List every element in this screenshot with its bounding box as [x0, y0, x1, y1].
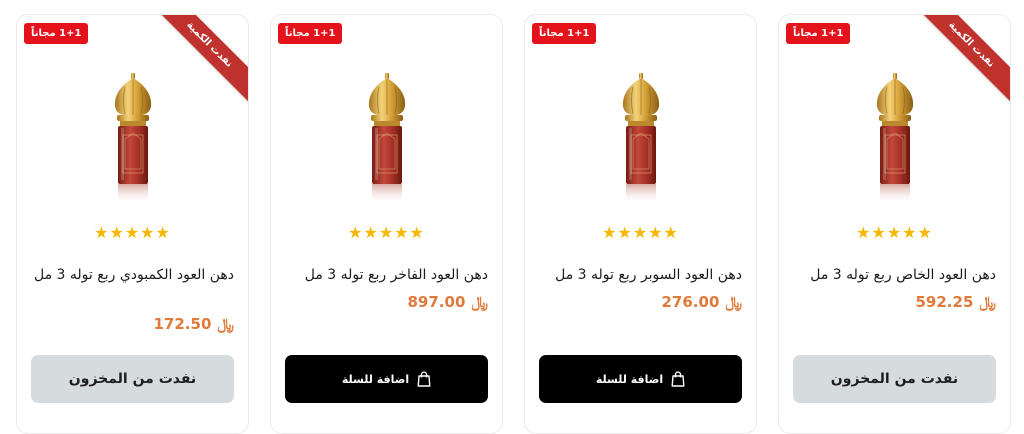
riyal-currency-icon: ﷼ — [217, 315, 234, 333]
offer-badge: 1+1 مجاناً — [278, 23, 343, 44]
price-value: 897.00 — [407, 293, 466, 311]
product-card[interactable]: 1+1 مجاناً نفدت الكمية ★★★★★ دهن العود ا… — [16, 14, 249, 434]
product-title[interactable]: دهن العود الخاص ربع توله 3 مل — [792, 263, 996, 287]
offer-badge: 1+1 مجاناً — [786, 23, 851, 44]
perfume-bottle-image[interactable] — [609, 73, 673, 205]
product-card[interactable]: 1+1 مجاناً نفدت الكمية ★★★★★ دهن العود ا… — [778, 14, 1011, 434]
offer-badge: 1+1 مجاناً — [24, 23, 89, 44]
add-to-cart-button[interactable]: اضافة للسلة — [285, 355, 488, 403]
perfume-bottle-image[interactable] — [355, 73, 419, 205]
offer-badge: 1+1 مجاناً — [532, 23, 597, 44]
perfume-bottle-image[interactable] — [863, 73, 927, 205]
button-label: اضافة للسلة — [341, 372, 410, 386]
star-rating: ★★★★★ — [602, 223, 679, 242]
product-card[interactable]: 1+1 مجاناً ★★★★★ دهن العود السوبر ربع تو… — [524, 14, 757, 434]
price-value: 172.50 — [153, 315, 212, 333]
shopping-bag-icon — [671, 371, 685, 387]
price-value: 276.00 — [661, 293, 720, 311]
out-of-stock-button[interactable]: نفدت من المخزون — [31, 355, 234, 403]
product-title[interactable]: دهن العود الفاخر ربع توله 3 مل — [284, 263, 488, 287]
out-of-stock-button[interactable]: نفدت من المخزون — [793, 355, 996, 403]
button-label: اضافة للسلة — [595, 372, 664, 386]
riyal-currency-icon: ﷼ — [979, 293, 996, 311]
button-label: نفدت من المخزون — [830, 371, 959, 387]
product-grid: 1+1 مجاناً نفدت الكمية ★★★★★ دهن العود ا… — [0, 0, 1024, 434]
add-to-cart-button[interactable]: اضافة للسلة — [539, 355, 742, 403]
product-title[interactable]: دهن العود الكمبودي ربع توله 3 مل — [30, 263, 234, 287]
riyal-currency-icon: ﷼ — [471, 293, 488, 311]
shopping-bag-icon — [417, 371, 431, 387]
star-rating: ★★★★★ — [348, 223, 425, 242]
product-card[interactable]: 1+1 مجاناً ★★★★★ دهن العود الفاخر ربع تو… — [270, 14, 503, 434]
perfume-bottle-image[interactable] — [101, 73, 165, 205]
product-title[interactable]: دهن العود السوبر ربع توله 3 مل — [538, 263, 742, 287]
riyal-currency-icon: ﷼ — [725, 293, 742, 311]
star-rating: ★★★★★ — [856, 223, 933, 242]
button-label: نفدت من المخزون — [68, 371, 197, 387]
product-price: 592.25 ﷼ — [916, 293, 997, 311]
price-value: 592.25 — [915, 293, 974, 311]
star-rating: ★★★★★ — [94, 223, 171, 242]
product-price: 172.50 ﷼ — [154, 315, 235, 333]
product-price: 276.00 ﷼ — [662, 293, 743, 311]
product-price: 897.00 ﷼ — [408, 293, 489, 311]
